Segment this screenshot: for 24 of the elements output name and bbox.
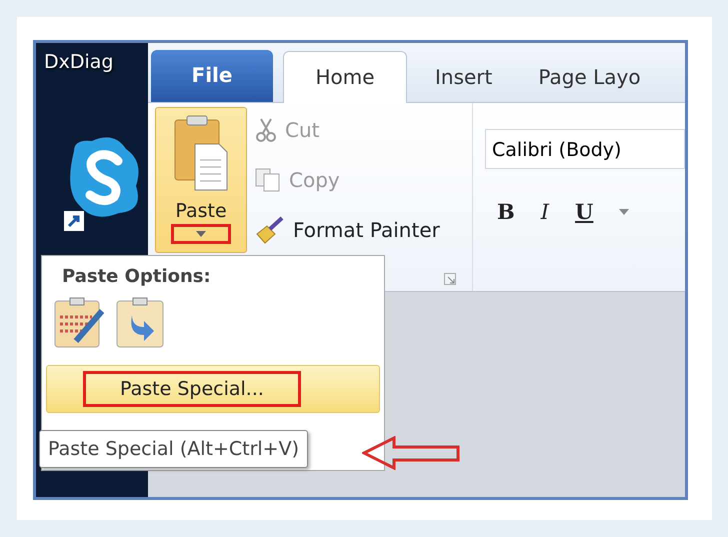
paste-arrow-icon[interactable] — [116, 297, 166, 349]
format-button[interactable]: B — [497, 199, 515, 224]
menu-heading: Paste Options: — [61, 266, 212, 287]
scissors-icon — [255, 117, 277, 143]
dialog-launcher-icon[interactable] — [444, 273, 456, 285]
left-arrow-icon — [362, 436, 462, 470]
ribbon-tab[interactable]: Home — [283, 51, 407, 103]
paste-keep-formatting-icon[interactable] — [54, 297, 104, 349]
desktop-icon-label: DxDiag — [44, 51, 114, 73]
format-button[interactable]: U — [575, 199, 594, 224]
font-name-field[interactable]: Calibri (Body) — [485, 129, 685, 169]
caret-icon — [196, 231, 206, 237]
paintbrush-icon — [255, 216, 285, 244]
clipboard-command[interactable]: Format Painter — [255, 215, 440, 245]
paste-dropdown[interactable] — [171, 224, 231, 244]
ribbon-tab[interactable]: File — [151, 50, 273, 102]
ribbon-tab[interactable]: Page Layo — [520, 52, 659, 102]
paste-special-menu-item[interactable]: Paste Special... — [46, 365, 380, 413]
paste-button[interactable]: Paste — [155, 107, 247, 253]
tooltip: Paste Special (Alt+Ctrl+V) — [39, 430, 308, 468]
caret-icon[interactable] — [619, 208, 630, 214]
copy-icon — [255, 168, 281, 192]
format-button[interactable]: I — [540, 200, 550, 224]
ribbon-tab[interactable]: Insert — [417, 52, 510, 102]
